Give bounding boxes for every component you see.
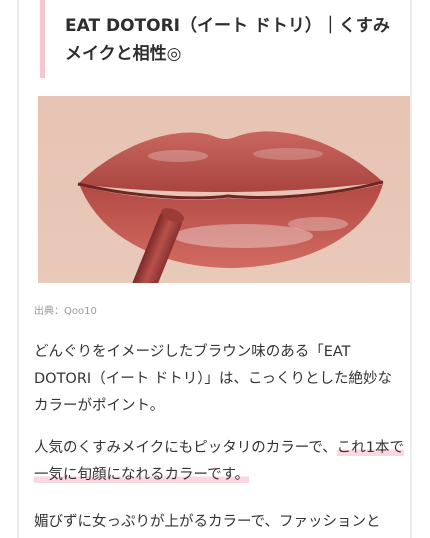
lip-product-image	[38, 96, 410, 283]
image-caption: 出典：Qoo10	[34, 306, 97, 317]
paragraph-intro: どんぐりをイメージしたブラウン味のある「EAT DOTORI（イート ドトリ）」…	[34, 344, 393, 414]
heading-text: EAT DOTORI（イート ドトリ）｜くすみメイクと相性◎	[65, 16, 390, 64]
paragraph-color: 人気のくすみメイクにもピッタリのカラーで、これ1本で一気に旬顔になれるカラーです…	[34, 435, 406, 489]
paragraph-fashion: 媚びずに女っぷりが上がるカラーで、ファッションと	[34, 514, 381, 530]
paragraph-lead-text: 人気のくすみメイクにもピッタリのカラーで、	[34, 440, 337, 456]
section-heading: EAT DOTORI（イート ドトリ）｜くすみメイクと相性◎	[40, 0, 412, 78]
